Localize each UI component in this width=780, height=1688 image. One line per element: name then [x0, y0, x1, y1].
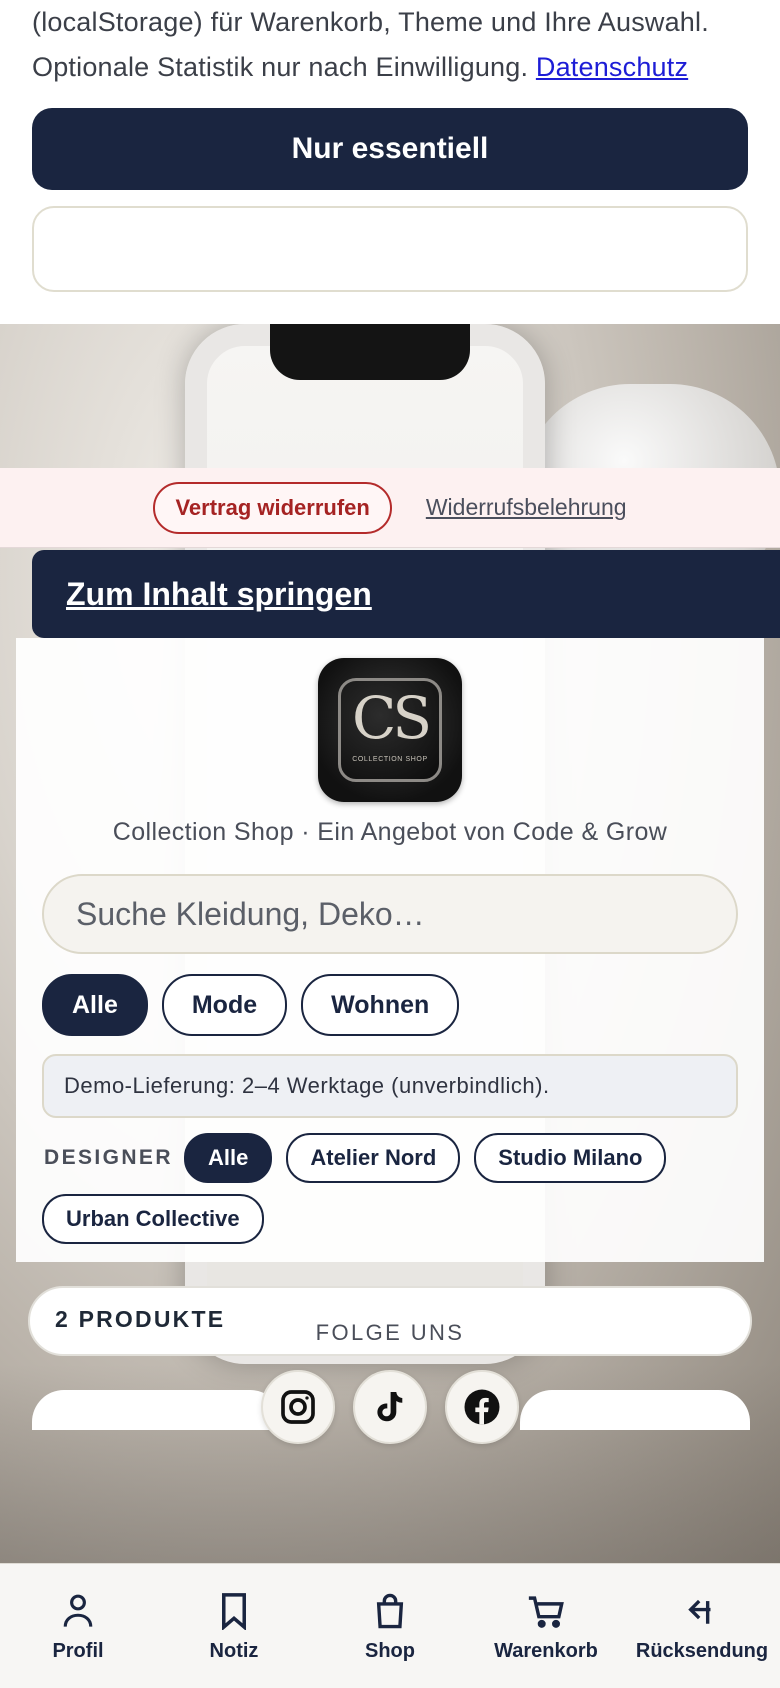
bookmark-icon: [222, 1593, 246, 1630]
cookie-secondary-button[interactable]: [32, 206, 748, 292]
delivery-notice: Demo-Lieferung: 2–4 Werktage (unverbindl…: [42, 1054, 738, 1118]
privacy-link[interactable]: Datenschutz: [536, 52, 688, 82]
nav-profile-label: Profil: [52, 1640, 104, 1662]
designer-filter-row: Alle Atelier Nord Studio Milano: [184, 1133, 667, 1183]
revoke-bar: Vertrag widerrufen Widerrufsbelehrung: [0, 468, 780, 548]
logo-subtitle: COLLECTION SHOP: [352, 756, 428, 763]
designer-chip-all[interactable]: Alle: [184, 1133, 273, 1183]
category-chip-mode[interactable]: Mode: [161, 974, 288, 1036]
designer-chip-studio-milano[interactable]: Studio Milano: [474, 1133, 667, 1183]
nav-cart[interactable]: Warenkorb: [471, 1564, 621, 1688]
facebook-icon[interactable]: [445, 1370, 519, 1444]
instagram-icon[interactable]: [261, 1370, 335, 1444]
designer-chip-atelier-nord[interactable]: Atelier Nord: [286, 1133, 461, 1183]
designer-chip-urban-collective[interactable]: Urban Collective: [42, 1194, 264, 1244]
designer-filter-row-2: Urban Collective: [42, 1194, 264, 1244]
category-filter: Alle Mode Wohnen: [42, 974, 460, 1036]
cookie-banner-text: (localStorage) für Warenkorb, Theme und …: [32, 0, 762, 90]
essential-only-button[interactable]: Nur essentiell: [32, 108, 748, 190]
nav-shop-label: Shop: [365, 1640, 415, 1662]
withdrawal-policy-link[interactable]: Widerrufsbelehrung: [426, 494, 627, 521]
nav-returns-label: Rücksendung: [635, 1640, 769, 1662]
nav-note[interactable]: Notiz: [159, 1564, 309, 1688]
nav-returns[interactable]: Rücksendung: [627, 1564, 777, 1688]
phone-notch: [270, 324, 470, 380]
tiktok-icon[interactable]: [353, 1370, 427, 1444]
product-card[interactable]: [520, 1390, 750, 1430]
nav-note-label: Notiz: [209, 1640, 259, 1662]
shop-tagline: Collection Shop · Ein Angebot von Code &…: [112, 818, 668, 846]
search-input[interactable]: [42, 874, 738, 954]
revoke-contract-button[interactable]: Vertrag widerrufen: [153, 481, 392, 534]
nav-cart-label: Warenkorb: [494, 1640, 598, 1662]
cart-icon: [528, 1596, 564, 1628]
bottom-navigation: Profil Notiz Shop Warenkorb Rücksendung: [0, 1563, 780, 1688]
product-card[interactable]: [32, 1390, 282, 1430]
nav-shop[interactable]: Shop: [315, 1564, 465, 1688]
logo-monogram: CS: [351, 684, 432, 752]
return-arrow-icon: [688, 1599, 711, 1624]
product-count: 2 PRODUKTE: [55, 1306, 226, 1332]
user-icon: [63, 1594, 93, 1627]
shopping-bag-icon: [376, 1593, 404, 1629]
cookie-text-line1: (localStorage) für Warenkorb, Theme und …: [32, 7, 709, 37]
cookie-text-line2: Optionale Statistik nur nach Einwilligun…: [32, 52, 529, 82]
designer-label: DESIGNER: [44, 1146, 173, 1169]
follow-us-label: FOLGE UNS: [315, 1320, 465, 1345]
nav-profile[interactable]: Profil: [3, 1564, 153, 1688]
category-chip-wohnen[interactable]: Wohnen: [301, 974, 460, 1036]
category-chip-all[interactable]: Alle: [42, 974, 148, 1036]
skip-to-content-link[interactable]: Zum Inhalt springen: [32, 550, 780, 638]
